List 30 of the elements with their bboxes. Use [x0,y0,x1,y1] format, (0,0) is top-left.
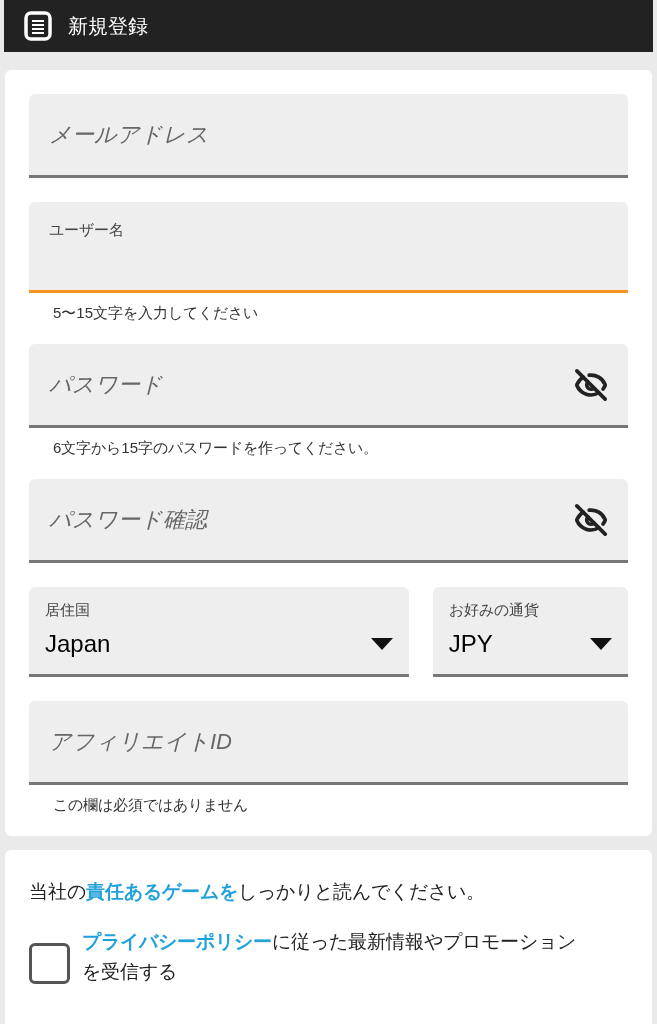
eye-off-icon[interactable] [574,502,608,537]
field-label: お好みの通貨 [448,600,539,621]
input-field[interactable]: メールアドレス [29,94,628,178]
field-label: ユーザー名 [49,219,124,240]
document-icon [24,11,52,41]
field-placeholder: メールアドレス [49,121,209,149]
eye-off-icon[interactable] [574,367,608,402]
password-field[interactable]: パスワード [29,344,628,428]
caret-icon [370,637,393,650]
password-field[interactable]: パスワード確認 [29,479,628,563]
helper-text: 6文字から15字のパスワードを作ってください。 [52,438,380,455]
notice-text: 当社の責任あるゲームを しっかりと読んでください。 [29,880,486,904]
field-placeholder: アフィリエイトID [49,728,232,756]
select-field[interactable]: 居住国 Japan [29,587,409,677]
field-placeholder: パスワード [49,371,163,399]
page-title: 新規登録 [68,14,148,39]
select-field[interactable]: お好みの通貨 JPY [432,587,628,677]
input-field[interactable]: ユーザー名 [29,202,628,293]
helper-text: 5〜15文字を入力してください [52,303,260,320]
field-label: 居住国 [45,600,90,621]
select-value: JPY [448,628,493,659]
select-value: Japan [45,628,111,659]
input-field[interactable]: アフィリエイトID [29,701,628,785]
link[interactable]: 責任あるゲームを [86,881,238,902]
caret-icon [590,637,612,650]
link[interactable]: プライバシーポリシー [82,930,272,952]
checkbox[interactable] [29,942,70,984]
helper-text: この欄は必須ではありません [52,795,249,812]
field-placeholder: パスワード確認 [49,506,207,534]
checkbox-label: プライバシーポリシーに従った最新情報やプロモーションを受信する [82,929,577,984]
